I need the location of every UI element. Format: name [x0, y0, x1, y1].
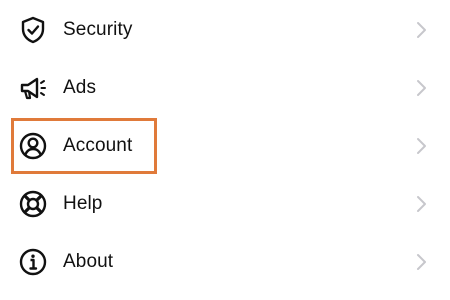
menu-item-label: Account	[63, 135, 133, 156]
menu-item-help[interactable]: Help	[0, 175, 450, 233]
info-circle-icon	[18, 247, 48, 277]
person-circle-icon	[18, 131, 48, 161]
menu-item-about[interactable]: About	[0, 233, 450, 291]
megaphone-icon	[18, 73, 48, 103]
settings-menu: Security Ads Account Help About	[0, 0, 450, 300]
menu-item-label: About	[63, 251, 114, 272]
chevron-right-icon	[414, 79, 428, 97]
lifebuoy-icon	[18, 189, 48, 219]
shield-check-icon	[18, 15, 48, 45]
chevron-right-icon	[414, 21, 428, 39]
menu-item-security[interactable]: Security	[0, 1, 450, 59]
chevron-right-icon	[414, 253, 428, 271]
chevron-right-icon	[414, 195, 428, 213]
menu-item-label: Ads	[63, 77, 97, 98]
menu-item-account[interactable]: Account	[0, 117, 450, 175]
menu-item-ads[interactable]: Ads	[0, 59, 450, 117]
menu-item-label: Help	[63, 193, 103, 214]
chevron-right-icon	[414, 137, 428, 155]
menu-item-label: Security	[63, 19, 133, 40]
